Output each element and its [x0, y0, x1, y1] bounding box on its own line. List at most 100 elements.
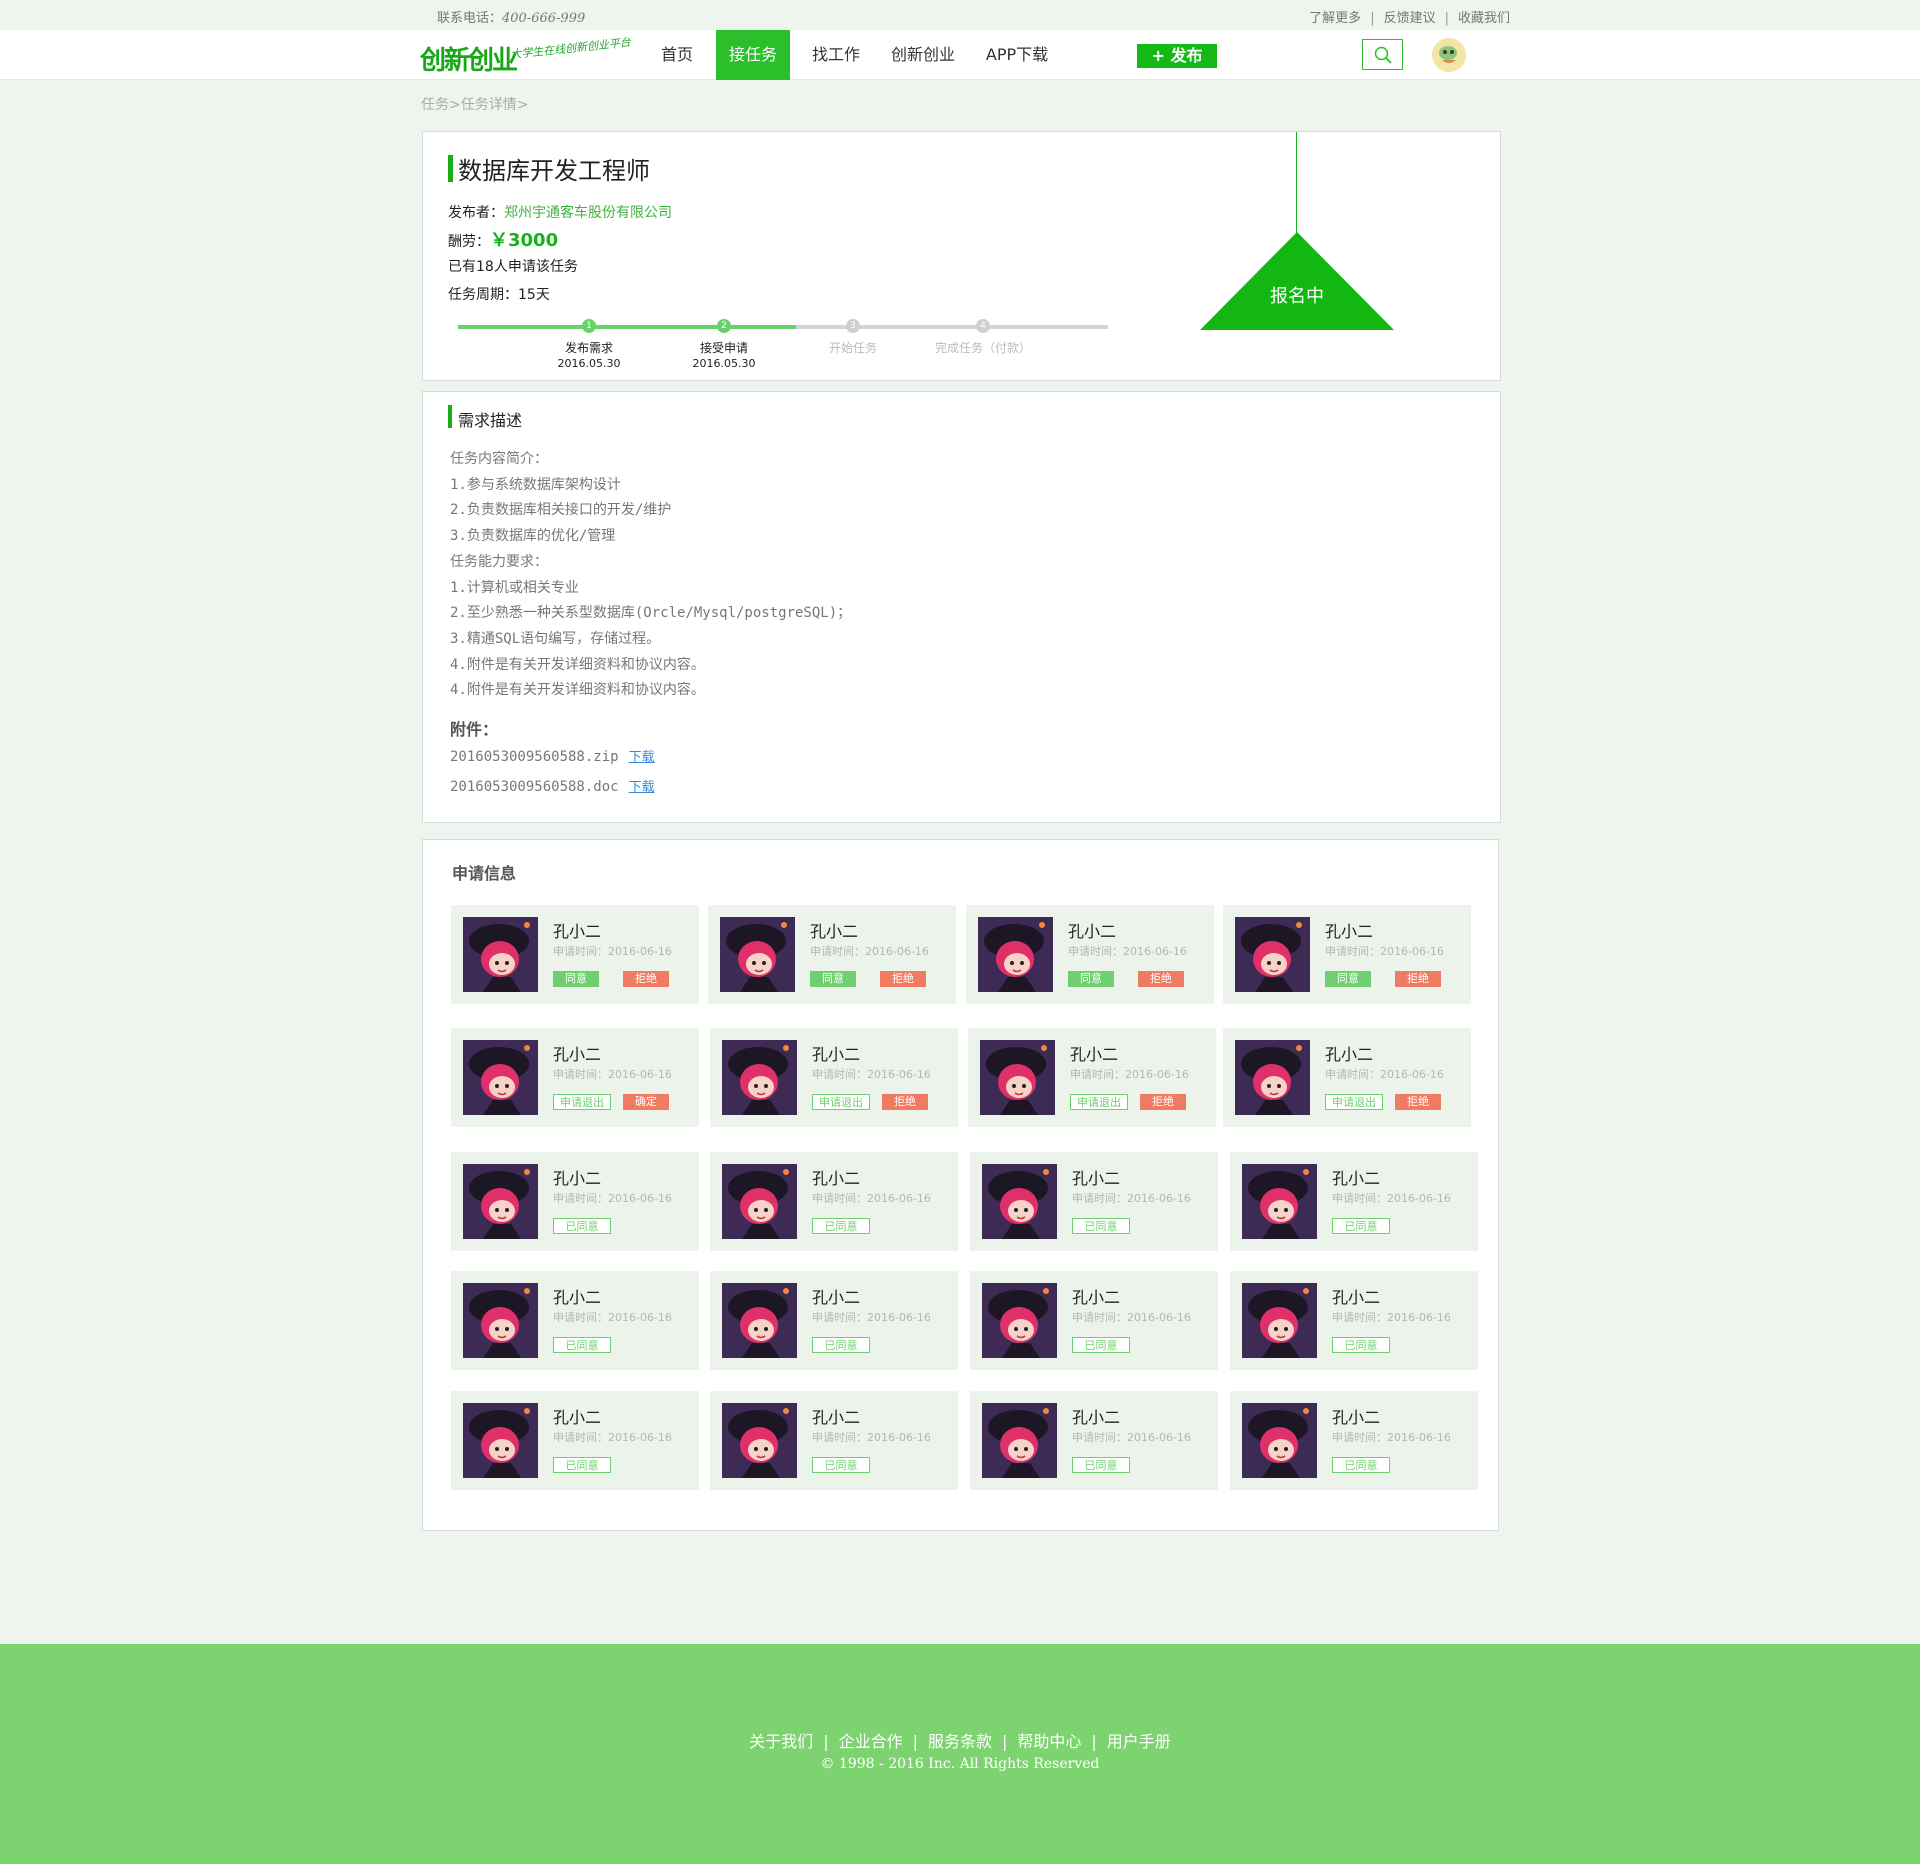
- applicant-avatar-icon: [982, 1283, 1057, 1358]
- applicant-name[interactable]: 孔小二: [1325, 918, 1373, 942]
- applicant-name[interactable]: 孔小二: [812, 1041, 860, 1065]
- download-link[interactable]: 下载: [629, 750, 655, 765]
- applicant-name[interactable]: 孔小二: [812, 1165, 860, 1189]
- withdraw-request-badge: 申请退出: [553, 1094, 611, 1110]
- req-line: 4.附件是有关开发详细资料和协议内容。: [450, 656, 705, 673]
- applicant-name[interactable]: 孔小二: [553, 918, 601, 942]
- req-line: 任务能力要求：: [450, 553, 548, 570]
- user-avatar[interactable]: [1432, 38, 1466, 72]
- applicant-name[interactable]: 孔小二: [553, 1284, 601, 1308]
- agreed-badge: 已同意: [812, 1457, 870, 1473]
- applicant-avatar[interactable]: [722, 1283, 797, 1358]
- breadcrumb[interactable]: 任务>任务详情>: [421, 94, 528, 114]
- reject-button[interactable]: 拒绝: [882, 1094, 928, 1110]
- applicant-name[interactable]: 孔小二: [1072, 1404, 1120, 1428]
- footer-link-terms[interactable]: 服务条款: [928, 1732, 992, 1751]
- applicant-avatar[interactable]: [1242, 1403, 1317, 1478]
- applicant-card: 孔小二 申请时间：2016-06-16 同意 拒绝: [451, 905, 699, 1004]
- applicant-name[interactable]: 孔小二: [553, 1404, 601, 1428]
- applicant-avatar[interactable]: [722, 1040, 797, 1115]
- applicant-name[interactable]: 孔小二: [812, 1404, 860, 1428]
- nav-tasks[interactable]: 接任务: [716, 30, 790, 80]
- applicant-avatar[interactable]: [463, 1040, 538, 1115]
- footer-link-manual[interactable]: 用户手册: [1107, 1732, 1171, 1751]
- nav-home[interactable]: 首页: [648, 30, 706, 80]
- applicant-avatar[interactable]: [1235, 917, 1310, 992]
- applicant-card: 孔小二 申请时间：2016-06-16 已同意: [710, 1271, 958, 1370]
- applicant-name[interactable]: 孔小二: [812, 1284, 860, 1308]
- top-link-feedback[interactable]: 反馈建议: [1384, 11, 1436, 26]
- applicant-avatar[interactable]: [982, 1283, 1057, 1358]
- footer-link-cooperation[interactable]: 企业合作: [839, 1732, 903, 1751]
- applicant-card: 孔小二 申请时间：2016-06-16 已同意: [451, 1271, 699, 1370]
- download-link[interactable]: 下载: [629, 780, 655, 795]
- applicant-name[interactable]: 孔小二: [1068, 918, 1116, 942]
- reject-button[interactable]: 拒绝: [1395, 971, 1441, 987]
- reject-button[interactable]: 拒绝: [880, 971, 926, 987]
- applicant-avatar[interactable]: [722, 1403, 797, 1478]
- applicant-name[interactable]: 孔小二: [1332, 1165, 1380, 1189]
- agree-button[interactable]: 同意: [810, 971, 856, 987]
- attachment-row: 2016053009560588.zip 下载: [450, 746, 655, 765]
- nav-app-download[interactable]: APP下载: [976, 30, 1058, 80]
- applicants-count: 已有18人申请该任务: [448, 259, 578, 275]
- agree-button[interactable]: 同意: [1068, 971, 1114, 987]
- nav-innovation[interactable]: 创新创业: [882, 30, 964, 80]
- search-icon: [1374, 46, 1392, 64]
- applicant-avatar[interactable]: [1242, 1164, 1317, 1239]
- applicant-name[interactable]: 孔小二: [1072, 1284, 1120, 1308]
- footer-link-help[interactable]: 帮助中心: [1017, 1732, 1081, 1751]
- progress-track: [458, 325, 1108, 329]
- badge-hang-line: [1296, 132, 1297, 233]
- applicant-avatar-icon: [982, 1164, 1057, 1239]
- applicant-name[interactable]: 孔小二: [1072, 1165, 1120, 1189]
- applicant-avatar[interactable]: [463, 1164, 538, 1239]
- applicant-avatar[interactable]: [1235, 1040, 1310, 1115]
- applicant-avatar[interactable]: [463, 1283, 538, 1358]
- applicant-avatar[interactable]: [722, 1164, 797, 1239]
- applicant-name[interactable]: 孔小二: [1332, 1404, 1380, 1428]
- applicant-avatar-icon: [463, 1403, 538, 1478]
- apply-time: 申请时间：2016-06-16: [812, 1068, 931, 1081]
- footer-link-about[interactable]: 关于我们: [749, 1732, 813, 1751]
- confirm-button[interactable]: 确定: [623, 1094, 669, 1110]
- top-link-learn-more[interactable]: 了解更多: [1309, 11, 1361, 26]
- agreed-badge: 已同意: [1072, 1457, 1130, 1473]
- reject-button[interactable]: 拒绝: [1395, 1094, 1441, 1110]
- top-link-bookmark[interactable]: 收藏我们: [1458, 11, 1510, 26]
- applicant-name[interactable]: 孔小二: [553, 1165, 601, 1189]
- applicant-avatar-icon: [978, 917, 1053, 992]
- applicant-name[interactable]: 孔小二: [1332, 1284, 1380, 1308]
- applicant-name[interactable]: 孔小二: [810, 918, 858, 942]
- applicant-avatar[interactable]: [982, 1403, 1057, 1478]
- applicant-avatar[interactable]: [982, 1164, 1057, 1239]
- copyright: © 1998 - 2016 Inc. All Rights Reserved: [820, 1756, 1100, 1772]
- nav-jobs[interactable]: 找工作: [800, 30, 872, 80]
- applicant-name[interactable]: 孔小二: [1070, 1041, 1118, 1065]
- applicant-name[interactable]: 孔小二: [1325, 1041, 1373, 1065]
- reject-button[interactable]: 拒绝: [1140, 1094, 1186, 1110]
- reject-button[interactable]: 拒绝: [623, 971, 669, 987]
- applicant-card: 孔小二 申请时间：2016-06-16 已同意: [1230, 1271, 1478, 1370]
- applicant-avatar[interactable]: [463, 1403, 538, 1478]
- req-line: 1.计算机或相关专业: [450, 579, 579, 596]
- search-button[interactable]: [1362, 39, 1403, 70]
- applicant-avatar[interactable]: [1242, 1283, 1317, 1358]
- applicant-avatar[interactable]: [978, 917, 1053, 992]
- apply-time: 申请时间：2016-06-16: [1072, 1311, 1191, 1324]
- applicant-name[interactable]: 孔小二: [553, 1041, 601, 1065]
- publisher-link[interactable]: 郑州宇通客车股份有限公司: [504, 205, 672, 221]
- agree-button[interactable]: 同意: [1325, 971, 1371, 987]
- agree-button[interactable]: 同意: [553, 971, 599, 987]
- phone-number: 400-666-999: [502, 11, 586, 26]
- task-summary-panel: 数据库开发工程师 发布者：郑州宇通客车股份有限公司 酬劳：￥3000 已有18人…: [422, 131, 1501, 381]
- step-label-2: 接受申请: [699, 341, 748, 355]
- reject-button[interactable]: 拒绝: [1138, 971, 1184, 987]
- req-line: 3.负责数据库的优化/管理: [450, 528, 616, 545]
- publish-button[interactable]: + 发布: [1137, 44, 1217, 68]
- title-accent-bar: [448, 155, 453, 182]
- applicant-avatar[interactable]: [980, 1040, 1055, 1115]
- applicant-avatar[interactable]: [463, 917, 538, 992]
- applicant-avatar[interactable]: [720, 917, 795, 992]
- site-logo[interactable]: 创新创业 大学生在线创新创业平台: [418, 34, 648, 78]
